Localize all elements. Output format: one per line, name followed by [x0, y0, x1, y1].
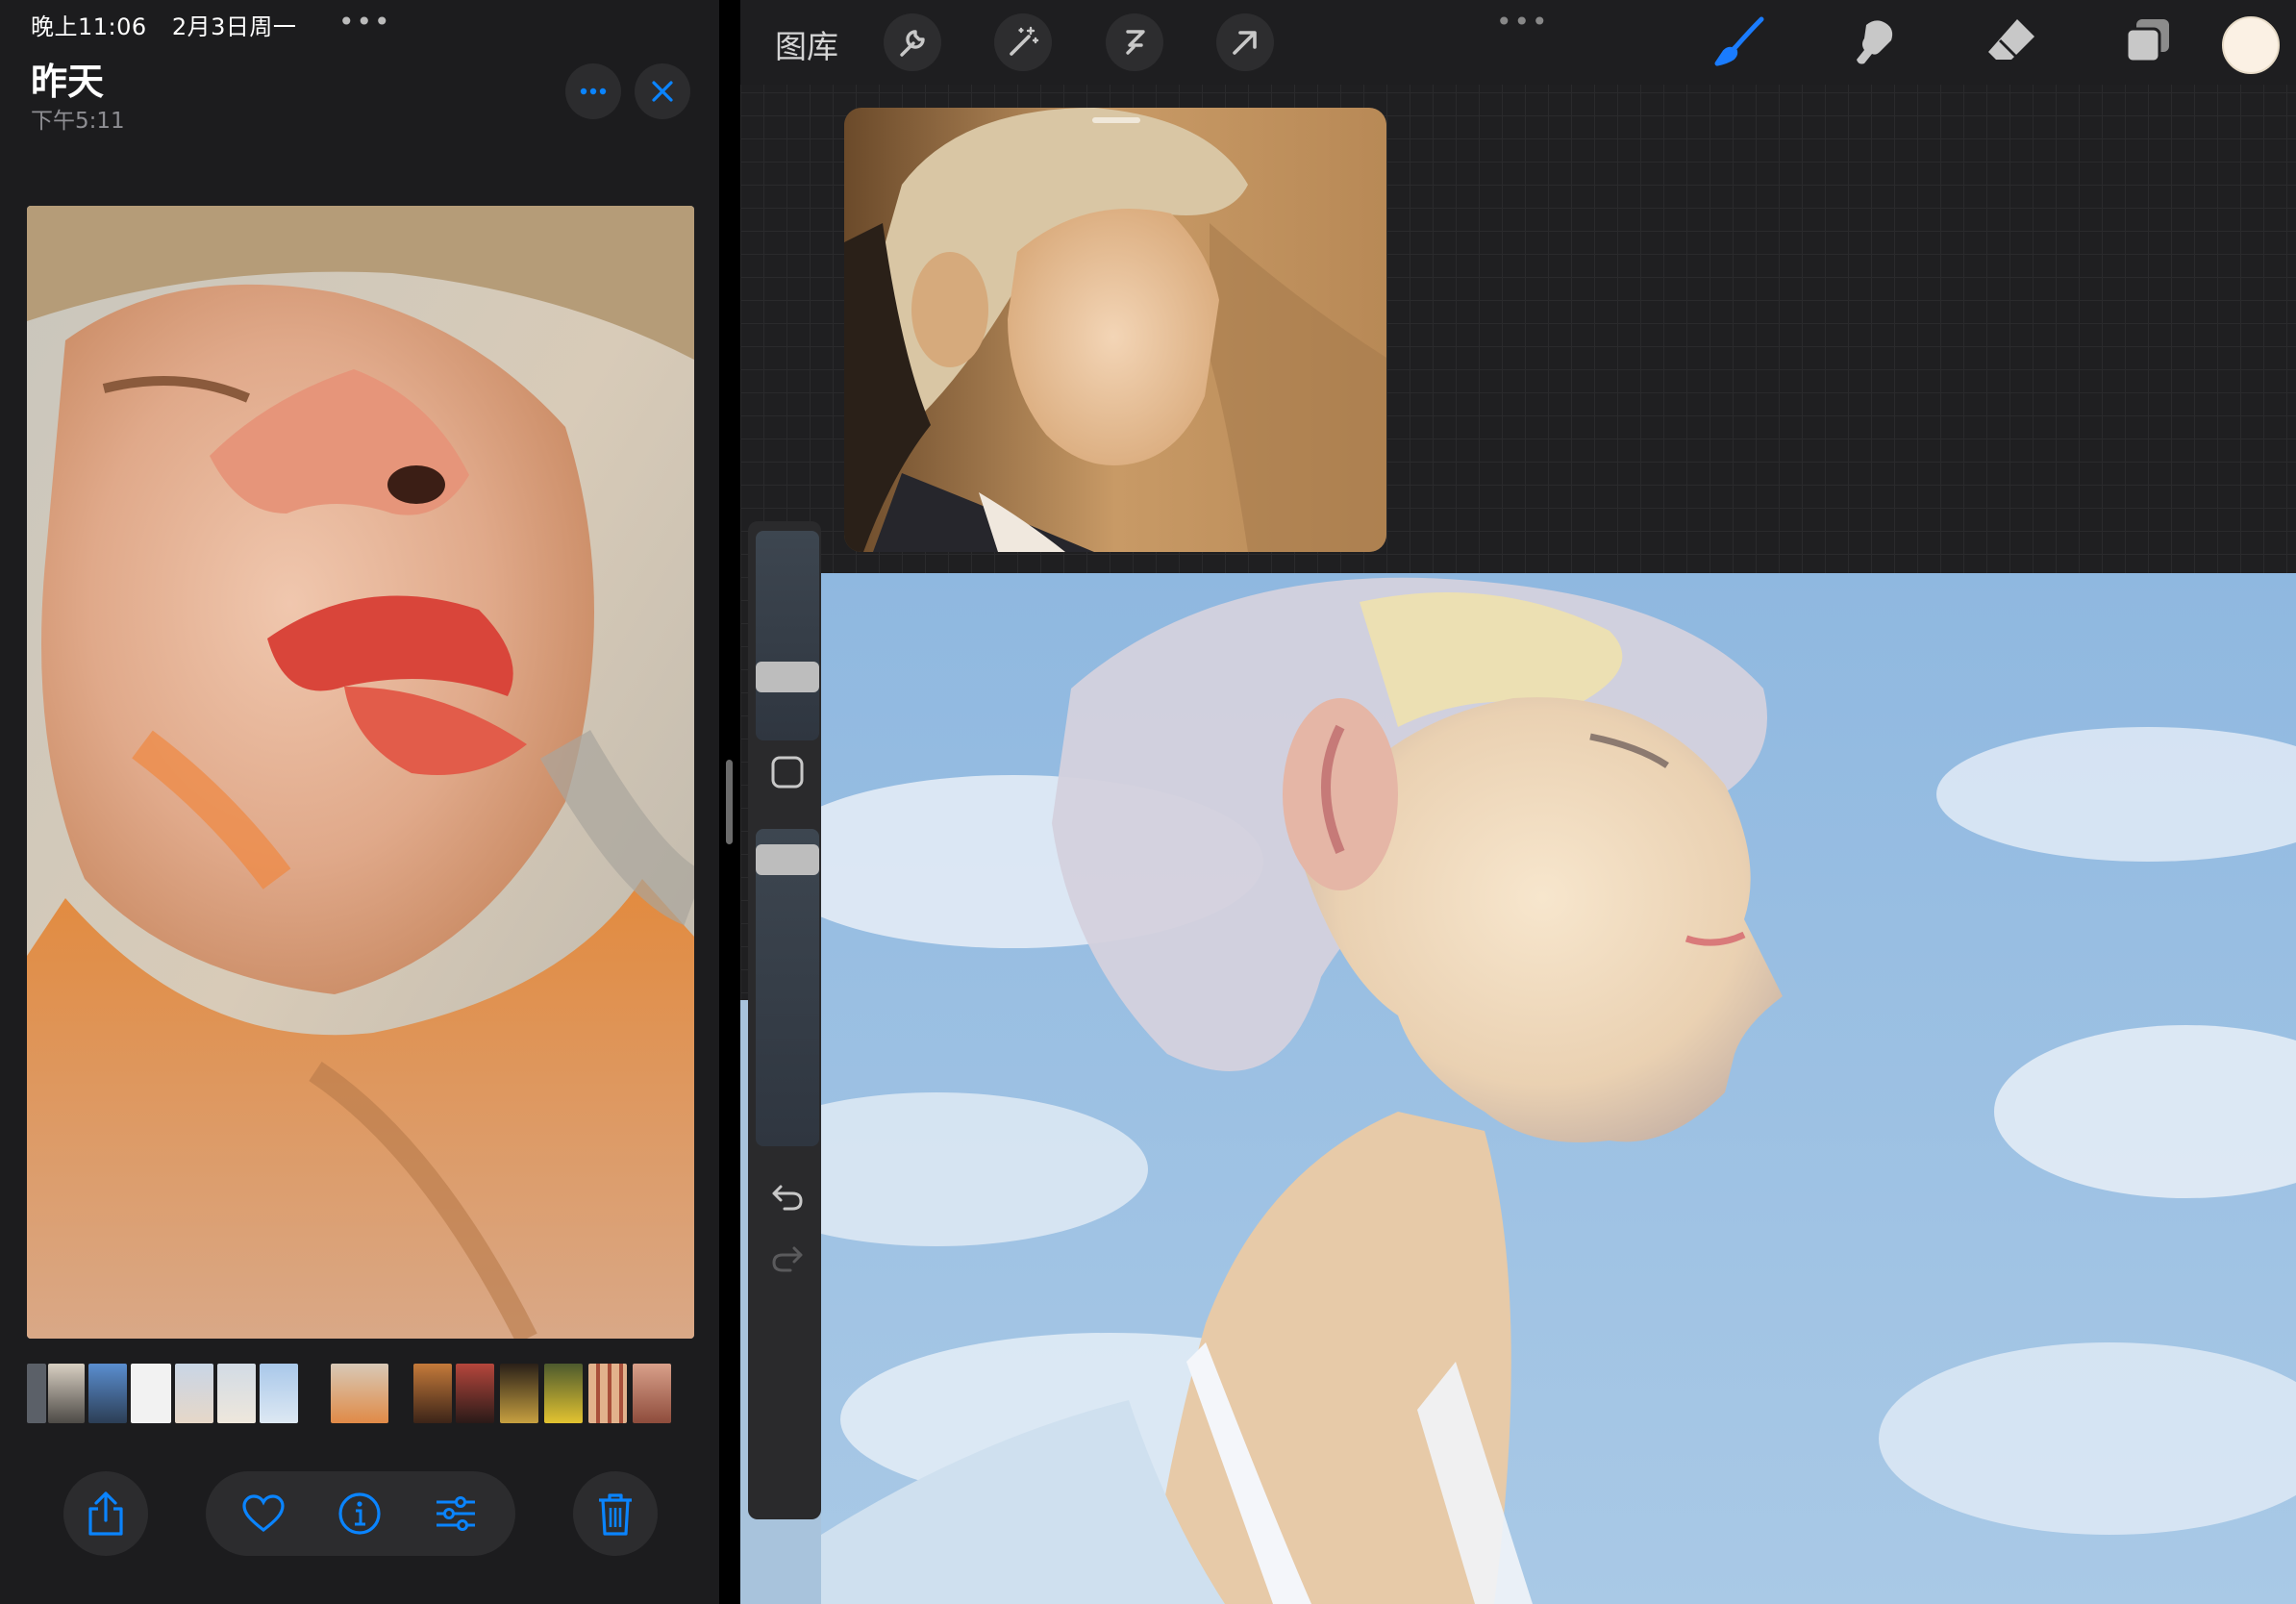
- opacity-slider[interactable]: [756, 829, 819, 1146]
- modify-button[interactable]: [756, 740, 819, 804]
- info-button[interactable]: [317, 1471, 402, 1556]
- redo-icon: [772, 1246, 803, 1272]
- status-time: 晚上11:06: [31, 13, 147, 40]
- thumbnail[interactable]: [456, 1364, 494, 1423]
- brush-button[interactable]: [1710, 12, 1771, 73]
- undo-icon: [772, 1185, 803, 1211]
- brush-icon: [1714, 16, 1764, 66]
- adjust-button[interactable]: [413, 1471, 498, 1556]
- thumbnail[interactable]: [544, 1364, 583, 1423]
- status-date: 2月3日周一: [171, 13, 297, 40]
- smudge-button[interactable]: [1845, 12, 1907, 73]
- thumbnail[interactable]: [217, 1364, 256, 1423]
- drawing-canvas[interactable]: [821, 573, 2296, 1604]
- favorite-button[interactable]: [221, 1471, 306, 1556]
- adjust-icon: [437, 1496, 475, 1531]
- brush-size-knob[interactable]: [756, 662, 819, 692]
- photos-app: 晚上11:06 2月3日周一 ••• 昨天 下午5:11: [0, 0, 719, 1604]
- reference-window-handle[interactable]: [1092, 117, 1140, 123]
- reference-photo: [844, 108, 1386, 552]
- procreate-sidebar: [748, 521, 821, 1519]
- thumbnail[interactable]: [88, 1364, 127, 1423]
- square-modify-icon: [771, 756, 804, 789]
- opacity-knob[interactable]: [756, 844, 819, 875]
- trash-icon: [599, 1493, 632, 1536]
- page-title: 昨天: [31, 61, 105, 103]
- redo-button[interactable]: [756, 1227, 819, 1291]
- photo-toolbar: [0, 1471, 719, 1558]
- actions-button[interactable]: [884, 13, 941, 71]
- thumbnail[interactable]: [588, 1364, 627, 1423]
- close-button[interactable]: [635, 63, 690, 119]
- thumbnail[interactable]: [131, 1364, 171, 1423]
- main-photo[interactable]: [27, 206, 694, 1339]
- thumbnail-selected[interactable]: [331, 1364, 388, 1423]
- wrench-icon: [900, 30, 925, 57]
- procreate-app: 图库 •••: [740, 0, 2296, 1604]
- thumbnail[interactable]: [413, 1364, 452, 1423]
- thumbnail[interactable]: [500, 1364, 538, 1423]
- thumbnail[interactable]: [633, 1364, 671, 1423]
- magic-wand-icon: [1010, 26, 1039, 56]
- procreate-toolbar: 图库 •••: [740, 0, 2296, 85]
- heart-icon: [242, 1494, 285, 1533]
- smudge-icon: [1857, 20, 1893, 64]
- eraser-icon: [1988, 19, 2034, 60]
- eraser-button[interactable]: [1981, 12, 2042, 73]
- canvas-artwork: [821, 573, 2296, 1604]
- ellipsis-icon: [580, 88, 607, 95]
- thumbnail[interactable]: [27, 1364, 46, 1423]
- oil-portrait-image: [27, 206, 694, 1339]
- color-button[interactable]: [2222, 16, 2280, 74]
- thumbnail[interactable]: [175, 1364, 213, 1423]
- split-view-handle[interactable]: [726, 760, 733, 844]
- share-icon: [88, 1491, 123, 1536]
- layers-button[interactable]: [2117, 12, 2179, 73]
- multitasking-dots[interactable]: •••: [338, 6, 392, 38]
- thumbnail[interactable]: [48, 1364, 85, 1423]
- multitasking-dots[interactable]: •••: [1496, 6, 1550, 38]
- transform-button[interactable]: [1216, 13, 1274, 71]
- status-bar: 晚上11:06 2月3日周一: [31, 8, 296, 41]
- delete-button[interactable]: [573, 1471, 658, 1556]
- transform-arrow-icon: [1233, 31, 1257, 55]
- reference-window[interactable]: [844, 108, 1386, 552]
- photo-time: 下午5:11: [31, 109, 125, 134]
- brush-size-slider[interactable]: [756, 531, 819, 740]
- thumbnail[interactable]: [260, 1364, 298, 1423]
- adjustments-button[interactable]: [994, 13, 1052, 71]
- share-button[interactable]: [63, 1471, 148, 1556]
- selection-button[interactable]: [1106, 13, 1163, 71]
- selection-icon: [1126, 30, 1145, 55]
- info-icon: [338, 1492, 381, 1535]
- gallery-button[interactable]: 图库: [775, 21, 838, 67]
- layers-icon: [2125, 19, 2169, 63]
- thumbnail-strip[interactable]: [27, 1364, 690, 1423]
- close-icon: [652, 81, 673, 102]
- undo-button[interactable]: [756, 1165, 819, 1229]
- more-button[interactable]: [565, 63, 621, 119]
